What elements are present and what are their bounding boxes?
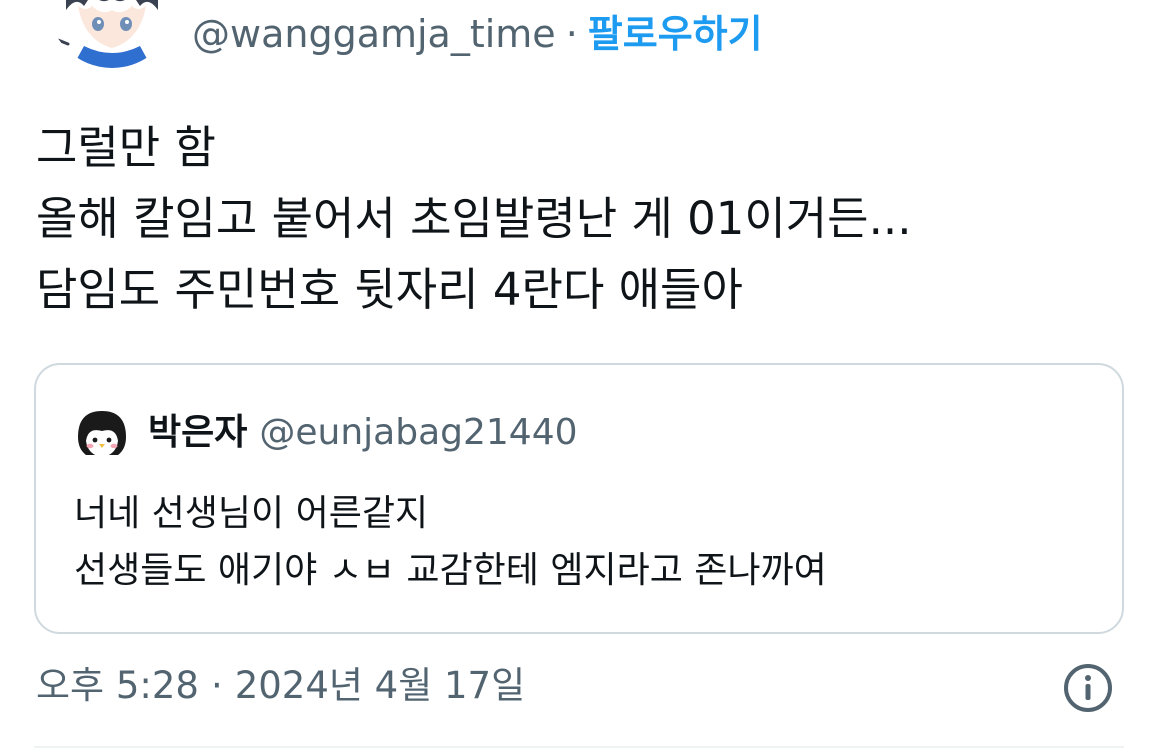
tweet-text: 그럴만 함 올해 칼임고 붙어서 초임발령난 게 01이거든... 담임도 주민… bbox=[36, 112, 1136, 325]
anime-character-avatar-icon bbox=[48, 0, 176, 68]
quote-author-handle[interactable]: @eunjabag21440 bbox=[247, 412, 577, 453]
tweet-header: @wanggamja_time · 팔로우하기 bbox=[0, 0, 1164, 70]
tweet-detail: @wanggamja_time · 팔로우하기 그럴만 함 올해 칼임고 붙어서 초… bbox=[0, 0, 1164, 752]
meta-separator: · bbox=[210, 664, 223, 707]
tweet-text-line: 담임도 주민번호 뒷자리 4란다 애들아 bbox=[36, 263, 743, 316]
quote-tweet-card[interactable]: 박은자 @eunjabag21440 너네 선생님이 어른같지 선생들도 애기야 … bbox=[34, 363, 1124, 634]
quote-author-line: 박은자 @eunjabag21440 bbox=[148, 409, 578, 457]
tweet-text-line: 올해 칼임고 붙어서 초임발령난 게 01이거든... bbox=[36, 192, 912, 245]
penguin-avatar-icon bbox=[74, 407, 130, 463]
info-glyph-icon bbox=[1064, 664, 1112, 712]
tweet-date: 2024년 4월 17일 bbox=[234, 664, 526, 707]
tweet-text-line: 그럴만 함 bbox=[36, 121, 216, 174]
quote-text-line: 선생들도 애기야 ㅅㅂ 교감한테 엠지라고 존나까여 bbox=[74, 550, 827, 591]
bottom-divider bbox=[34, 746, 1124, 748]
author-handle[interactable]: @wanggamja_time bbox=[192, 12, 556, 56]
header-separator: · bbox=[565, 12, 578, 56]
tweet-timestamp[interactable]: 오후 5:28 · 2024년 4월 17일 bbox=[36, 662, 525, 710]
quote-text: 너네 선생님이 어른같지 선생들도 애기야 ㅅㅂ 교감한테 엠지라고 존나까여 bbox=[74, 485, 1094, 599]
author-line: @wanggamja_time · 팔로우하기 bbox=[192, 10, 763, 58]
info-icon[interactable] bbox=[1062, 662, 1114, 714]
quote-author-name[interactable]: 박은자 bbox=[148, 412, 247, 453]
follow-button[interactable]: 팔로우하기 bbox=[588, 12, 763, 56]
tweet-time: 오후 5:28 bbox=[36, 664, 199, 707]
quote-author-avatar[interactable] bbox=[74, 407, 130, 463]
quote-text-line: 너네 선생님이 어른같지 bbox=[74, 493, 429, 534]
author-avatar[interactable] bbox=[48, 0, 176, 68]
